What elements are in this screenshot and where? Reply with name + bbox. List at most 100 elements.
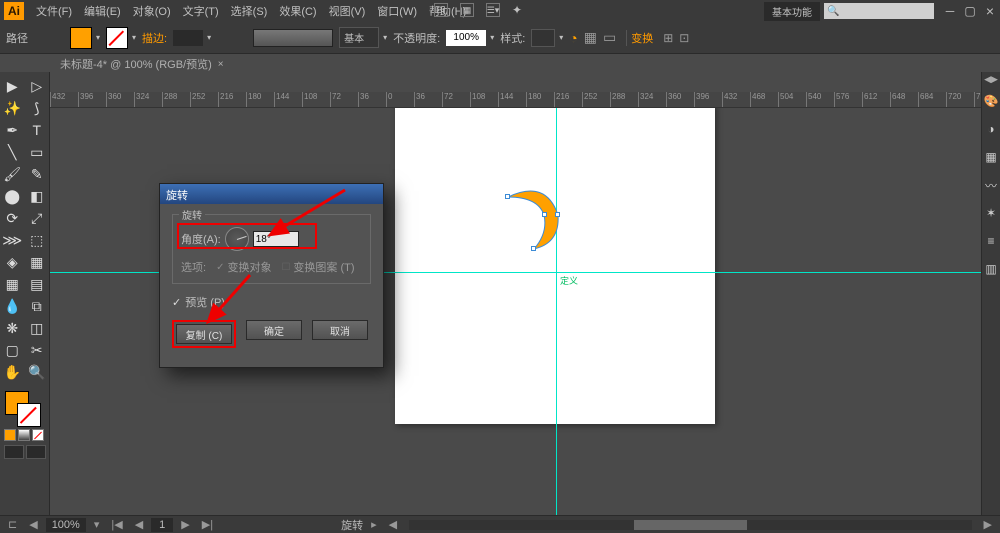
menu-file[interactable]: 文件(F) bbox=[30, 3, 78, 19]
type-tool[interactable]: T bbox=[25, 119, 50, 141]
width-tool[interactable]: ⋙ bbox=[0, 229, 25, 251]
swatches-panel-icon[interactable]: ▦ bbox=[984, 150, 998, 164]
minimize-button[interactable]: ─ bbox=[940, 2, 960, 20]
menu-view[interactable]: 视图(V) bbox=[323, 3, 372, 19]
pencil-tool[interactable]: ✎ bbox=[25, 163, 50, 185]
toggle-bridge-icon[interactable]: Br bbox=[434, 3, 448, 17]
zoom-tool[interactable]: 🔍 bbox=[25, 361, 50, 383]
prev-artboard-button[interactable]: ◀ bbox=[25, 518, 41, 531]
symbols-panel-icon[interactable]: ✶ bbox=[984, 206, 998, 220]
zoom-dropdown-icon[interactable]: ▾ bbox=[90, 518, 104, 531]
brush-dropdown-icon[interactable]: ▾ bbox=[383, 33, 387, 42]
color-mode-none[interactable] bbox=[32, 429, 44, 441]
fill-swatch[interactable] bbox=[70, 27, 92, 49]
vertical-guide[interactable] bbox=[556, 108, 557, 515]
blend-tool[interactable]: ⧉ bbox=[25, 295, 50, 317]
close-button[interactable]: × bbox=[980, 2, 1000, 20]
color-mode-solid[interactable] bbox=[4, 429, 16, 441]
scale-tool[interactable]: ⤢ bbox=[25, 207, 50, 229]
dialog-titlebar[interactable]: 旋转 bbox=[160, 184, 383, 204]
horizontal-scrollbar[interactable] bbox=[409, 520, 971, 530]
stroke-weight-input[interactable] bbox=[173, 30, 203, 46]
mesh-tool[interactable]: ▦ bbox=[0, 273, 25, 295]
document-tab[interactable]: 未标题-4* @ 100% (RGB/预览) × bbox=[52, 54, 232, 74]
nav-prev2-icon[interactable]: ◀ bbox=[131, 518, 147, 531]
brushes-panel-icon[interactable]: 〰 bbox=[984, 178, 998, 192]
cancel-button[interactable]: 取消 bbox=[312, 320, 368, 340]
selection-tool[interactable]: ▶ bbox=[0, 75, 25, 97]
paintbrush-tool[interactable]: 🖌 bbox=[0, 163, 25, 185]
dock-expand-icon[interactable]: ◀▶ bbox=[984, 74, 998, 85]
rotate-tool[interactable]: ⟳ bbox=[0, 207, 25, 229]
opacity-dropdown-icon[interactable]: ▾ bbox=[490, 33, 494, 42]
menu-type[interactable]: 文字(T) bbox=[177, 3, 225, 19]
magic-wand-tool[interactable]: ✨ bbox=[0, 97, 25, 119]
nav-prev-icon[interactable]: |◀ bbox=[107, 518, 126, 531]
gradient-panel-icon[interactable]: ▥ bbox=[984, 262, 998, 276]
shape-builder-tool[interactable]: ◈ bbox=[0, 251, 25, 273]
nav-last-icon[interactable]: ▶| bbox=[198, 518, 217, 531]
transform-panel-button[interactable]: 变换 bbox=[626, 30, 657, 46]
lasso-tool[interactable]: ⟆ bbox=[25, 97, 50, 119]
anchor-point[interactable] bbox=[531, 246, 536, 251]
menu-select[interactable]: 选择(S) bbox=[225, 3, 274, 19]
anchor-point[interactable] bbox=[555, 212, 560, 217]
stroke-weight-dropdown-icon[interactable]: ▾ bbox=[207, 33, 211, 42]
zoom-level[interactable]: 100% bbox=[46, 518, 86, 532]
eyedropper-tool[interactable]: 💧 bbox=[0, 295, 25, 317]
ok-button[interactable]: 确定 bbox=[246, 320, 302, 340]
anchor-point[interactable] bbox=[542, 212, 547, 217]
toggle-arrange-icon[interactable]: ▦ bbox=[460, 3, 474, 17]
scrollbar-thumb[interactable] bbox=[634, 520, 746, 530]
toggle-panel-icon[interactable]: ☰▾ bbox=[486, 3, 500, 17]
menu-effect[interactable]: 效果(C) bbox=[273, 3, 322, 19]
copy-button[interactable]: 复制 (C) bbox=[176, 324, 232, 344]
transform-patterns-checkbox[interactable]: 变换图案 (T) bbox=[281, 259, 354, 275]
line-tool[interactable]: ╲ bbox=[0, 141, 25, 163]
pen-tool[interactable]: ✒ bbox=[0, 119, 25, 141]
stroke-profile[interactable] bbox=[253, 29, 333, 47]
screen-mode-full[interactable] bbox=[26, 445, 46, 459]
scroll-right-icon[interactable]: ▶ bbox=[980, 518, 996, 531]
stroke-color-swatch[interactable] bbox=[17, 403, 41, 427]
brush-stroke-select[interactable]: 基本 bbox=[339, 27, 379, 48]
first-artboard-button[interactable]: ⊏ bbox=[4, 518, 21, 531]
perspective-grid-tool[interactable]: ▦ bbox=[25, 251, 50, 273]
symbol-sprayer-tool[interactable]: ❋ bbox=[0, 317, 25, 339]
direct-selection-tool[interactable]: ▷ bbox=[25, 75, 50, 97]
menu-edit[interactable]: 编辑(E) bbox=[78, 3, 127, 19]
isolate-icon[interactable]: ⊞ bbox=[663, 31, 673, 45]
fill-stroke-control[interactable] bbox=[0, 389, 49, 425]
artboard-number[interactable]: 1 bbox=[151, 518, 173, 532]
rectangle-tool[interactable]: ▭ bbox=[25, 141, 50, 163]
menu-object[interactable]: 对象(O) bbox=[127, 3, 177, 19]
color-panel-icon[interactable]: 🎨 bbox=[984, 94, 998, 108]
column-graph-tool[interactable]: ◫ bbox=[25, 317, 50, 339]
toggle-misc-icon[interactable]: ✦ bbox=[512, 3, 522, 17]
artboard-tool[interactable]: ▢ bbox=[0, 339, 25, 361]
screen-mode-normal[interactable] bbox=[4, 445, 24, 459]
tab-close-icon[interactable]: × bbox=[218, 59, 224, 70]
menu-window[interactable]: 窗口(W) bbox=[371, 3, 423, 19]
transform-objects-checkbox[interactable]: 变换对象 bbox=[216, 259, 271, 275]
shape-mode-icon[interactable]: ▭ bbox=[603, 29, 616, 46]
nav-next-icon[interactable]: ▶ bbox=[177, 518, 193, 531]
maximize-button[interactable]: ▢ bbox=[960, 2, 980, 20]
free-transform-tool[interactable]: ⬚ bbox=[25, 229, 50, 251]
recolor-icon[interactable]: ◔ bbox=[569, 30, 577, 46]
graphic-style-select[interactable] bbox=[531, 29, 555, 47]
align-icon[interactable]: ▦ bbox=[584, 29, 597, 46]
style-dropdown-icon[interactable]: ▾ bbox=[559, 33, 563, 42]
eraser-tool[interactable]: ◧ bbox=[25, 185, 50, 207]
stroke-panel-icon[interactable]: ≡ bbox=[984, 234, 998, 248]
fill-dropdown-icon[interactable]: ▾ bbox=[96, 33, 100, 42]
opacity-input[interactable] bbox=[446, 30, 486, 46]
color-mode-gradient[interactable] bbox=[18, 429, 30, 441]
edit-icon[interactable]: ⊡ bbox=[679, 31, 689, 45]
stroke-swatch[interactable] bbox=[106, 27, 128, 49]
scroll-left-icon[interactable]: ◀ bbox=[385, 518, 401, 531]
search-input[interactable]: 🔍 bbox=[824, 3, 934, 19]
anchor-point[interactable] bbox=[505, 194, 510, 199]
stroke-dropdown-icon[interactable]: ▾ bbox=[132, 33, 136, 42]
preview-checkbox[interactable]: 预览 (P) bbox=[172, 294, 371, 310]
